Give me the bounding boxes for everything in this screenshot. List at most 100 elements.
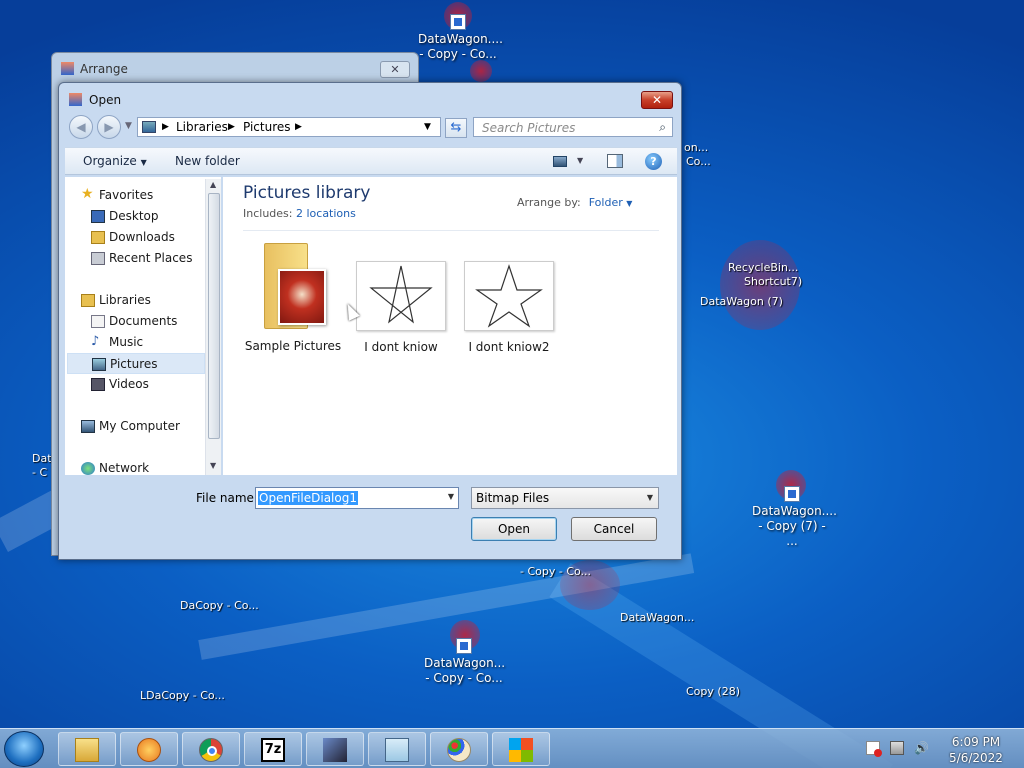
file-name-value: OpenFileDialog1 — [258, 491, 358, 505]
nav-favorites[interactable]: ★ Favorites — [67, 185, 205, 206]
help-icon[interactable]: ? — [645, 153, 662, 170]
desktop-clutter-label: - C — [32, 466, 48, 479]
nav-network-label: Network — [99, 461, 150, 475]
file-type-select[interactable]: Bitmap Files ▼ — [471, 487, 659, 509]
organize-button[interactable]: Organize ▼ — [83, 154, 147, 168]
file-item[interactable]: I dont kniow — [349, 261, 453, 354]
shortcut-icon — [784, 486, 800, 502]
nav-libraries-label: Libraries — [99, 293, 151, 307]
action-center-icon[interactable] — [866, 741, 882, 757]
taskbar-item-7zip[interactable]: 7z — [244, 732, 302, 766]
taskbar-item-paint[interactable] — [430, 732, 488, 766]
file-name-label: File name: — [196, 491, 258, 505]
desktop-clutter-label: LDaCopy - Co... — [140, 689, 225, 702]
address-bar[interactable]: ▶ Libraries ▶ Pictures ▶ ▼ — [137, 117, 441, 137]
notepad-icon — [385, 738, 409, 762]
toolbar: Organize ▼ New folder ▼ ? — [65, 147, 677, 175]
dialog-title: Open — [89, 93, 122, 107]
nav-downloads[interactable]: Downloads — [67, 227, 205, 248]
preview-pane-icon[interactable] — [607, 154, 623, 168]
back-button[interactable]: ◀ — [69, 115, 93, 139]
star-icon: ★ — [81, 186, 94, 202]
volume-icon[interactable]: 🔊 — [914, 741, 929, 755]
shortcut-icon — [456, 638, 472, 654]
desktop-shortcut[interactable]: DataWagon.... - Copy - Co... — [418, 14, 503, 62]
close-button[interactable]: ✕ — [380, 61, 410, 78]
nav-desktop[interactable]: Desktop — [67, 206, 205, 227]
open-dialog: Open ✕ ◀ ▶ ▼ ▶ Libraries ▶ Pictures ▶ ▼ … — [58, 82, 682, 560]
desktop-shortcut-label: DataWagon... - Copy - Co... — [424, 656, 506, 685]
start-button[interactable] — [4, 731, 44, 767]
scroll-down-icon[interactable]: ▼ — [210, 461, 216, 470]
file-name-input[interactable]: OpenFileDialog1 ▼ — [255, 487, 459, 509]
nav-documents[interactable]: Documents — [67, 311, 205, 332]
downloads-folder-icon — [91, 231, 105, 244]
nav-music[interactable]: ♪ Music — [67, 332, 205, 353]
taskbar-item-media-player[interactable] — [120, 732, 178, 766]
breadcrumb-libraries[interactable]: Libraries — [176, 120, 228, 134]
library-includes: Includes: 2 locations — [243, 207, 356, 220]
chevron-down-icon[interactable]: ▼ — [448, 492, 454, 501]
view-options-icon[interactable] — [553, 156, 567, 167]
star-image-thumbnail — [464, 261, 554, 331]
app-icon — [69, 93, 82, 106]
nav-my-computer[interactable]: My Computer — [67, 416, 205, 437]
navigation-scrollbar[interactable]: ▲ ▼ — [205, 179, 221, 475]
file-name: Sample Pictures — [244, 339, 342, 353]
open-button[interactable]: Open — [471, 517, 557, 541]
search-input[interactable]: Search Pictures ⌕ — [473, 117, 673, 137]
nav-videos-label: Videos — [109, 377, 149, 391]
recent-dropdown-icon[interactable]: ▼ — [125, 121, 132, 131]
chevron-right-icon: ▶ — [162, 122, 169, 132]
chevron-right-icon: ▶ — [295, 122, 302, 132]
nav-videos[interactable]: Videos — [67, 374, 205, 395]
arrange-by-dropdown[interactable]: Folder ▼ — [589, 196, 633, 209]
nav-desktop-label: Desktop — [109, 209, 159, 223]
breadcrumb-pictures[interactable]: Pictures — [243, 120, 291, 134]
pictures-icon — [92, 358, 106, 371]
includes-label: Includes: — [243, 207, 293, 220]
taskbar-item-explorer[interactable] — [58, 732, 116, 766]
desktop-shortcut[interactable]: DataWagon.... - Copy (7) - ... — [752, 486, 837, 549]
star-icon — [475, 264, 543, 328]
cancel-button[interactable]: Cancel — [571, 517, 657, 541]
clock-time: 6:09 PM — [951, 735, 1001, 749]
desktop-clutter-label: DataWagon... — [620, 611, 695, 624]
desktop-clutter-label: DaCopy - Co... — [180, 599, 259, 612]
close-button[interactable]: ✕ — [641, 91, 673, 109]
office-icon — [509, 738, 533, 762]
nav-libraries[interactable]: Libraries — [67, 290, 205, 311]
refresh-icon[interactable]: ⇆ — [445, 118, 467, 138]
scrollbar-thumb[interactable] — [208, 193, 220, 439]
chevron-down-icon: ▼ — [646, 493, 653, 502]
arrange-by-label: Arrange by: — [517, 196, 581, 209]
shortcut-icon — [450, 14, 466, 30]
nav-pictures[interactable]: Pictures — [67, 353, 205, 374]
nav-network[interactable]: Network — [67, 458, 205, 479]
organize-label: Organize — [83, 154, 137, 168]
nav-recent-places[interactable]: Recent Places — [67, 248, 205, 269]
file-item[interactable]: Sample Pictures — [241, 237, 345, 353]
nav-downloads-label: Downloads — [109, 230, 175, 244]
address-dropdown-icon[interactable]: ▼ — [424, 122, 431, 132]
taskbar-item-notepad[interactable] — [368, 732, 426, 766]
forward-button[interactable]: ▶ — [97, 115, 121, 139]
file-item[interactable]: I dont kniow2 — [457, 261, 561, 354]
navigation-list: ★ Favorites Desktop Downloads Recent Plac… — [67, 179, 205, 475]
videos-icon — [91, 378, 105, 391]
locations-link[interactable]: 2 locations — [296, 207, 356, 220]
view-dropdown-icon[interactable]: ▼ — [577, 156, 583, 165]
taskbar-item-paint-app[interactable] — [306, 732, 364, 766]
paint-app-icon — [323, 738, 347, 762]
network-tray-icon[interactable] — [890, 741, 904, 755]
taskbar-item-office[interactable] — [492, 732, 550, 766]
taskbar-item-chrome[interactable] — [182, 732, 240, 766]
nav-pictures-label: Pictures — [110, 357, 158, 371]
scroll-up-icon[interactable]: ▲ — [210, 180, 216, 189]
new-folder-button[interactable]: New folder — [175, 154, 240, 168]
clock[interactable]: 6:09 PM 5/6/2022 — [946, 734, 1006, 766]
desktop-shortcut[interactable]: DataWagon... - Copy - Co... — [424, 638, 506, 686]
folder-icon — [258, 237, 328, 331]
desktop-icon — [91, 210, 105, 223]
nav-music-label: Music — [109, 335, 144, 349]
